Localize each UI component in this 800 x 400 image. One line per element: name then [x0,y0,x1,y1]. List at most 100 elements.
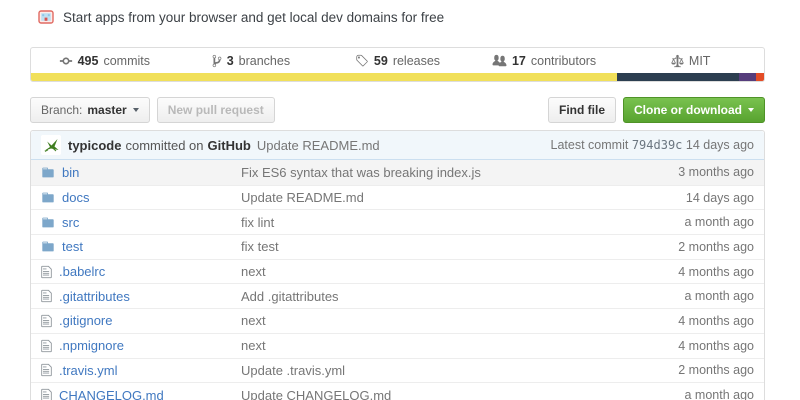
commit-action-text: committed on [125,138,203,153]
commits-count: 495 [78,54,99,68]
file-age: a month ago [604,388,754,400]
commit-message-cell: next [241,264,604,279]
file-name-link[interactable]: .gitignore [59,313,112,328]
folder-icon [41,240,55,253]
table-row[interactable]: .gitattributes Add .gitattributes a mont… [31,283,764,308]
file-age: 14 days ago [604,191,754,205]
file-name-cell: src [41,215,241,230]
commit-message-cell: Update CHANGELOG.md [241,388,604,400]
commit-message-cell: fix lint [241,215,604,230]
file-name-cell: .gitattributes [41,289,241,304]
contributors-label: contributors [531,54,596,68]
find-file-button[interactable]: Find file [548,97,616,123]
row-commit-message-link[interactable]: Update .travis.yml [241,363,345,378]
browser-ad-banner[interactable]: Start apps from your browser and get loc… [38,9,444,25]
file-age: 2 months ago [604,363,754,377]
table-row[interactable]: .babelrc next 4 months ago [31,259,764,284]
table-row[interactable]: bin Fix ES6 syntax that was breaking ind… [31,160,764,185]
file-name-link[interactable]: .babelrc [59,264,105,279]
table-row[interactable]: test fix test 2 months ago [31,234,764,259]
row-commit-message-link[interactable]: next [241,338,266,353]
commit-sha-link[interactable]: 794d39c [632,138,683,152]
repo-stats: 495 commits 3 branches 59 releases 17 co… [31,48,764,73]
table-row[interactable]: src fix lint a month ago [31,209,764,234]
row-commit-message-link[interactable]: Update README.md [241,190,364,205]
file-age: 2 months ago [604,240,754,254]
file-name-link[interactable]: bin [62,165,79,180]
commit-message-cell: Update README.md [241,190,604,205]
avatar[interactable] [41,135,61,155]
file-icon [41,388,52,400]
folder-icon [41,191,55,204]
file-name-link[interactable]: .travis.yml [59,363,118,378]
file-name-link[interactable]: docs [62,190,89,205]
file-icon [41,339,52,353]
file-icon [41,363,52,377]
file-icon [41,314,52,328]
file-table: typicode committed on GitHub Update READ… [30,130,765,400]
file-name-cell: test [41,239,241,254]
stat-license[interactable]: MIT [617,54,764,68]
clone-or-download-button[interactable]: Clone or download [623,97,765,123]
branches-label: branches [239,54,290,68]
folder-icon [41,216,55,229]
table-row[interactable]: docs Update README.md 14 days ago [31,185,764,210]
commit-message-cell: Fix ES6 syntax that was breaking index.j… [241,165,604,180]
file-name-cell: docs [41,190,241,205]
language-bar[interactable] [31,73,764,81]
language-segment-html [756,73,764,81]
clone-label: Clone or download [634,103,742,117]
row-commit-message-link[interactable]: Fix ES6 syntax that was breaking index.j… [241,165,481,180]
commit-message-cell: Update .travis.yml [241,363,604,378]
table-row[interactable]: .travis.yml Update .travis.yml 2 months … [31,358,764,383]
commit-platform: GitHub [208,138,251,153]
stat-releases[interactable]: 59 releases [324,54,471,68]
repo-toolbar: Branch: master New pull request Find fil… [30,97,765,123]
language-segment-javascript [31,73,617,81]
file-name-cell: .babelrc [41,264,241,279]
branch-selector-button[interactable]: Branch: master [30,97,150,123]
stat-branches[interactable]: 3 branches [178,54,325,68]
stat-contributors[interactable]: 17 contributors [471,54,618,68]
file-name-link[interactable]: CHANGELOG.md [59,388,164,400]
file-name-link[interactable]: src [62,215,79,230]
commit-message-cell: next [241,313,604,328]
banner-text[interactable]: Start apps from your browser and get loc… [63,10,444,25]
license-label: MIT [689,54,711,68]
contributors-icon [492,54,507,68]
latest-commit-label: Latest commit [551,138,629,152]
file-name-cell: .travis.yml [41,363,241,378]
table-row[interactable]: .gitignore next 4 months ago [31,308,764,333]
row-commit-message-link[interactable]: fix lint [241,215,274,230]
latest-commit-date: 14 days ago [686,138,754,152]
file-age: a month ago [604,289,754,303]
language-segment-vue [617,73,739,81]
table-row[interactable]: CHANGELOG.md Update CHANGELOG.md a month… [31,382,764,400]
branch-label: Branch: [41,103,82,117]
chevron-down-icon [748,108,754,112]
row-commit-message-link[interactable]: fix test [241,239,279,254]
file-name-link[interactable]: .npmignore [59,338,124,353]
language-segment-css [739,73,756,81]
row-commit-message-link[interactable]: Update CHANGELOG.md [241,388,391,400]
commit-message-link[interactable]: Update README.md [257,138,380,153]
file-name-link[interactable]: .gitattributes [59,289,130,304]
row-commit-message-link[interactable]: next [241,264,266,279]
table-row[interactable]: .npmignore next 4 months ago [31,333,764,358]
file-name-link[interactable]: test [62,239,83,254]
commit-author-link[interactable]: typicode [68,138,121,153]
latest-commit-bar: typicode committed on GitHub Update READ… [31,131,764,160]
file-age: 4 months ago [604,314,754,328]
file-icon [41,265,52,279]
chevron-down-icon [133,108,139,112]
stat-commits[interactable]: 495 commits [31,54,178,68]
contributors-count: 17 [512,54,526,68]
folder-icon [41,166,55,179]
new-pull-request-button[interactable]: New pull request [157,97,275,123]
commit-message-cell: next [241,338,604,353]
row-commit-message-link[interactable]: Add .gitattributes [241,289,339,304]
row-commit-message-link[interactable]: next [241,313,266,328]
law-icon [671,54,684,68]
file-age: 4 months ago [604,265,754,279]
repo-summary-box: 495 commits 3 branches 59 releases 17 co… [30,47,765,82]
